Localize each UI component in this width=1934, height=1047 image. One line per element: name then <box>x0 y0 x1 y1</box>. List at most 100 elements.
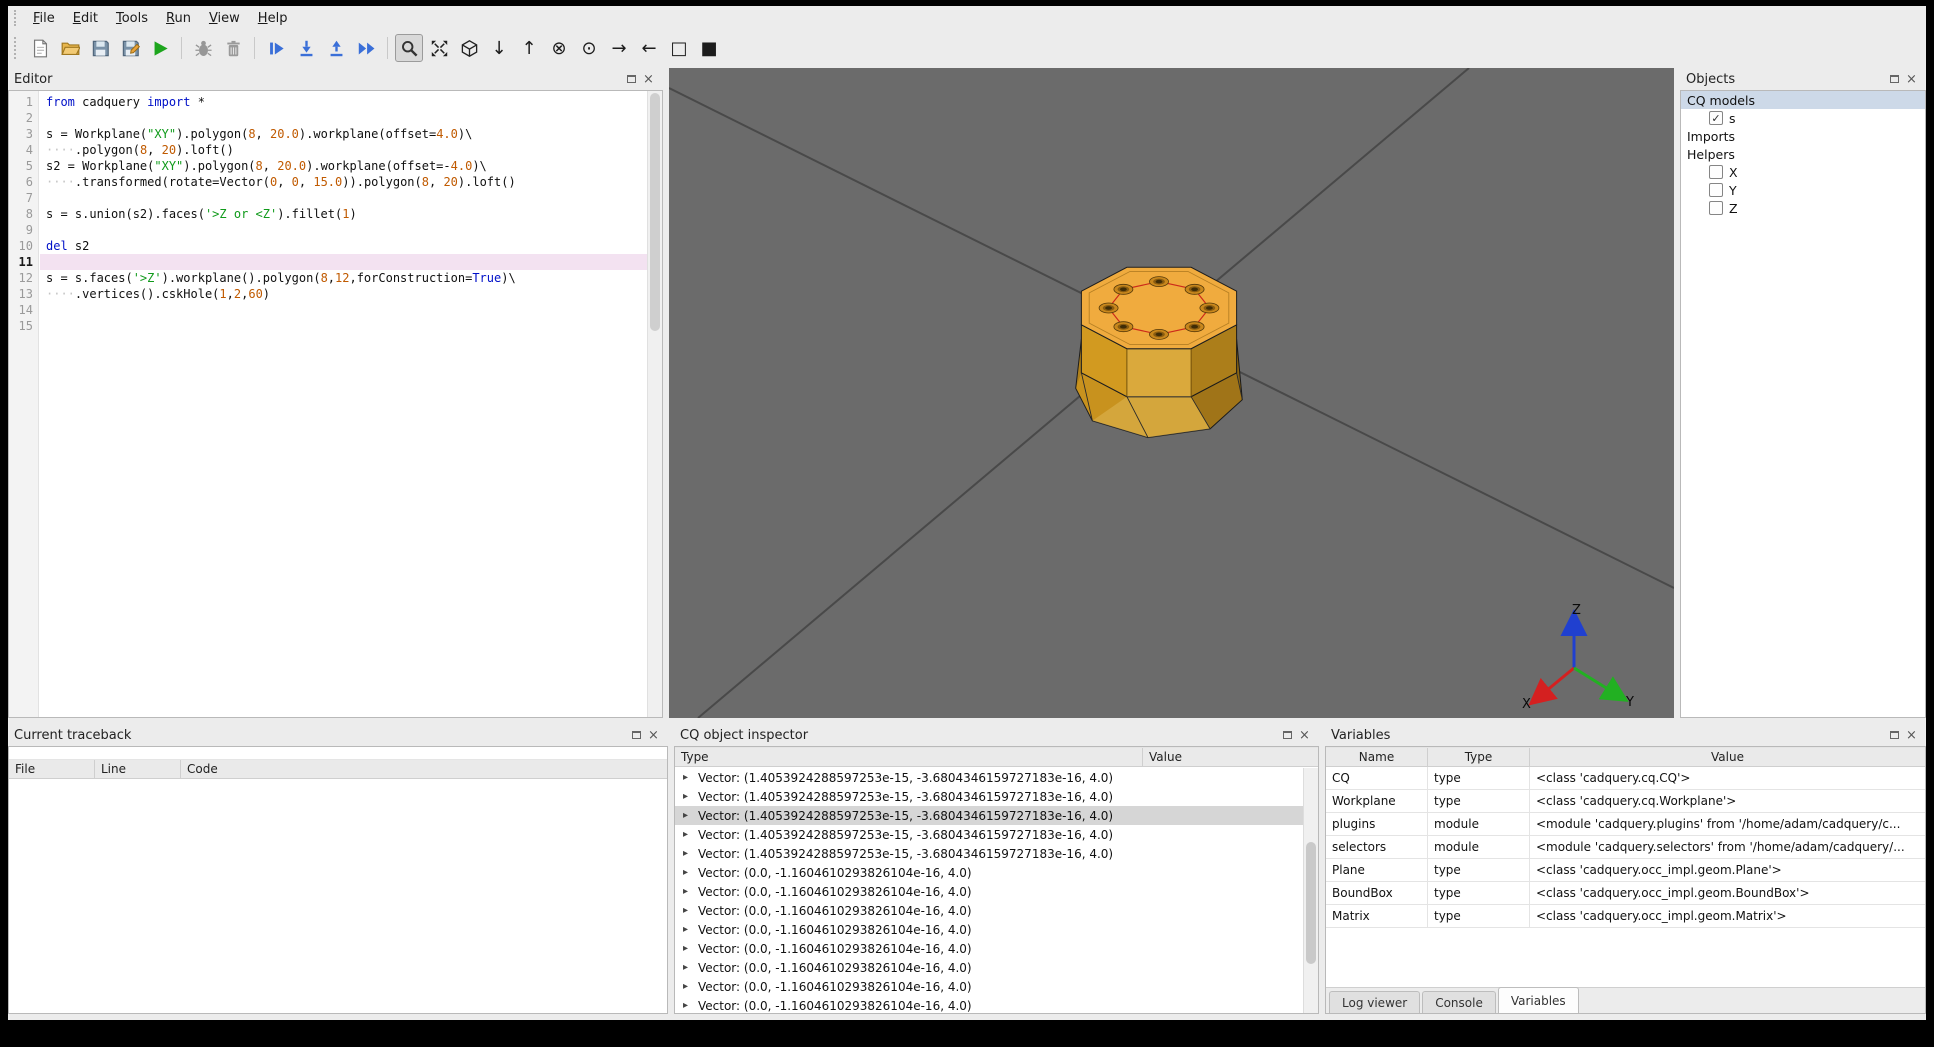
code-line-14[interactable] <box>40 302 647 318</box>
code-line-12[interactable]: s = s.faces('>Z').workplane().polygon(8,… <box>40 270 647 286</box>
code-line-13[interactable]: ····.vertices().cskHole(1,2,60) <box>40 286 647 302</box>
tree-group-helpers[interactable]: Helpers <box>1681 145 1925 163</box>
delete-button[interactable] <box>219 34 247 62</box>
expander-icon[interactable]: ▸ <box>683 772 698 783</box>
save-button[interactable] <box>86 34 114 62</box>
viewport-canvas[interactable]: Z X Y <box>669 68 1674 718</box>
editor-scrollbar[interactable] <box>647 91 662 717</box>
traceback-col-code[interactable]: Code <box>181 760 667 778</box>
code-line-5[interactable]: s2 = Workplane("XY").polygon(8, 20.0).wo… <box>40 158 647 174</box>
checkbox-z[interactable] <box>1709 201 1723 215</box>
cad-model[interactable] <box>1075 266 1243 439</box>
close-panel-icon[interactable]: × <box>640 72 657 87</box>
inspector-row[interactable]: ▸ Vector: (1.4053924288597253e-15, -3.680… <box>675 768 1303 787</box>
inspector-row[interactable]: ▸ Vector: (1.4053924288597253e-15, -3.680… <box>675 825 1303 844</box>
variables-col-name[interactable]: Name <box>1326 748 1428 766</box>
checkbox-s[interactable]: ✓ <box>1709 111 1723 125</box>
run-render-button[interactable] <box>146 34 174 62</box>
inspector-col-value[interactable]: Value <box>1143 748 1318 766</box>
code-line-1[interactable]: from cadquery import * <box>40 94 647 110</box>
iso-view-button[interactable] <box>455 34 483 62</box>
inspector-row[interactable]: ▸ Vector: (0.0, -1.1604610293826104e-16, … <box>675 958 1303 977</box>
menu-edit[interactable]: Edit <box>64 8 107 29</box>
view-front-button[interactable]: ⊗ <box>545 34 573 62</box>
tree-group-imports[interactable]: Imports <box>1681 127 1925 145</box>
close-panel-icon[interactable]: × <box>1903 728 1920 743</box>
debug-step-button[interactable] <box>262 34 290 62</box>
expander-icon[interactable]: ▸ <box>683 981 698 992</box>
variables-col-type[interactable]: Type <box>1428 748 1530 766</box>
tree-item-x[interactable]: X <box>1681 163 1925 181</box>
variable-row[interactable]: Workplane type <class 'cadquery.cq.Workpla… <box>1326 790 1925 813</box>
toolbar-drag-handle[interactable] <box>14 37 20 59</box>
inspector-row[interactable]: ▸ Vector: (0.0, -1.1604610293826104e-16, … <box>675 882 1303 901</box>
inspector-row[interactable]: ▸ Vector: (0.0, -1.1604610293826104e-16, … <box>675 939 1303 958</box>
menu-view[interactable]: View <box>200 8 249 29</box>
undock-panel-icon[interactable] <box>623 72 640 87</box>
tree-group-cq-models[interactable]: CQ models <box>1681 91 1925 109</box>
code-line-4[interactable]: ····.polygon(8, 20).loft() <box>40 142 647 158</box>
expander-icon[interactable]: ▸ <box>683 867 698 878</box>
variable-row[interactable]: Plane type <class 'cadquery.occ_impl.geom.… <box>1326 859 1925 882</box>
tab-variables[interactable]: Variables <box>1497 987 1579 1013</box>
expander-icon[interactable]: ▸ <box>683 829 698 840</box>
view-left-button[interactable]: ← <box>635 34 663 62</box>
expander-icon[interactable]: ▸ <box>683 810 698 821</box>
undock-panel-icon[interactable] <box>1279 728 1296 743</box>
menu-tools[interactable]: Tools <box>107 8 157 29</box>
view-right-button[interactable]: → <box>605 34 633 62</box>
debug-button[interactable] <box>189 34 217 62</box>
tree-item-s[interactable]: ✓ s <box>1681 109 1925 127</box>
code-line-2[interactable] <box>40 110 647 126</box>
view-down-button[interactable]: ↓ <box>485 34 513 62</box>
inspector-row[interactable]: ▸ Vector: (0.0, -1.1604610293826104e-16, … <box>675 920 1303 939</box>
traceback-col-line[interactable]: Line <box>95 760 181 778</box>
code-line-3[interactable]: s = Workplane("XY").polygon(8, 20.0).wor… <box>40 126 647 142</box>
expander-icon[interactable]: ▸ <box>683 1000 698 1011</box>
menu-file[interactable]: File <box>24 8 64 29</box>
inspector-row[interactable]: ▸ Vector: (0.0, -1.1604610293826104e-16, … <box>675 977 1303 996</box>
expander-icon[interactable]: ▸ <box>683 943 698 954</box>
inspector-row[interactable]: ▸ Vector: (0.0, -1.1604610293826104e-16, … <box>675 863 1303 882</box>
expander-icon[interactable]: ▸ <box>683 848 698 859</box>
variable-row[interactable]: CQ type <class 'cadquery.cq.CQ'> <box>1326 767 1925 790</box>
tree-item-y[interactable]: Y <box>1681 181 1925 199</box>
new-file-button[interactable] <box>26 34 54 62</box>
variable-row[interactable]: Matrix type <class 'cadquery.occ_impl.geom… <box>1326 905 1925 928</box>
shaded-button[interactable]: ■ <box>695 34 723 62</box>
open-file-button[interactable] <box>56 34 84 62</box>
close-panel-icon[interactable]: × <box>1903 72 1920 87</box>
editor-body[interactable]: 1 2 3 4 5 6 7 8 9 10 11 12 13 14 15 from cadquery impo… <box>8 90 663 718</box>
expander-icon[interactable]: ▸ <box>683 905 698 916</box>
code-line-10[interactable]: del s2 <box>40 238 647 254</box>
variable-row[interactable]: BoundBox type <class 'cadquery.occ_impl.ge… <box>1326 882 1925 905</box>
inspector-col-type[interactable]: Type <box>675 748 1143 766</box>
expander-icon[interactable]: ▸ <box>683 962 698 973</box>
code-line-7[interactable] <box>40 190 647 206</box>
code-line-6[interactable]: ····.transformed(rotate=Vector(0, 0, 15.… <box>40 174 647 190</box>
undock-panel-icon[interactable] <box>628 728 645 743</box>
zoom-button[interactable] <box>395 34 423 62</box>
menubar-drag-handle[interactable] <box>14 10 20 26</box>
tab-log-viewer[interactable]: Log viewer <box>1329 991 1421 1013</box>
inspector-row[interactable]: ▸ Vector: (0.0, -1.1604610293826104e-16, … <box>675 901 1303 920</box>
expander-icon[interactable]: ▸ <box>683 886 698 897</box>
code-line-9[interactable] <box>40 222 647 238</box>
wireframe-button[interactable]: □ <box>665 34 693 62</box>
view-up-button[interactable]: ↑ <box>515 34 543 62</box>
code-area[interactable]: from cadquery import * s = Workplane("XY… <box>40 91 647 717</box>
debug-step-out-button[interactable] <box>322 34 350 62</box>
menu-help[interactable]: Help <box>249 8 297 29</box>
debug-continue-button[interactable] <box>352 34 380 62</box>
viewport-3d[interactable]: Z X Y <box>669 68 1674 718</box>
debug-step-into-button[interactable] <box>292 34 320 62</box>
save-as-button[interactable] <box>116 34 144 62</box>
fit-all-button[interactable] <box>425 34 453 62</box>
undock-panel-icon[interactable] <box>1886 728 1903 743</box>
close-panel-icon[interactable]: × <box>1296 728 1313 743</box>
inspector-row[interactable]: ▸ Vector: (1.4053924288597253e-15, -3.680… <box>675 787 1303 806</box>
variable-row[interactable]: selectors module <module 'cadquery.selecto… <box>1326 836 1925 859</box>
close-panel-icon[interactable]: × <box>645 728 662 743</box>
inspector-scrollbar-thumb[interactable] <box>1306 841 1316 964</box>
inspector-row[interactable]: ▸ Vector: (1.4053924288597253e-15, -3.680… <box>675 844 1303 863</box>
